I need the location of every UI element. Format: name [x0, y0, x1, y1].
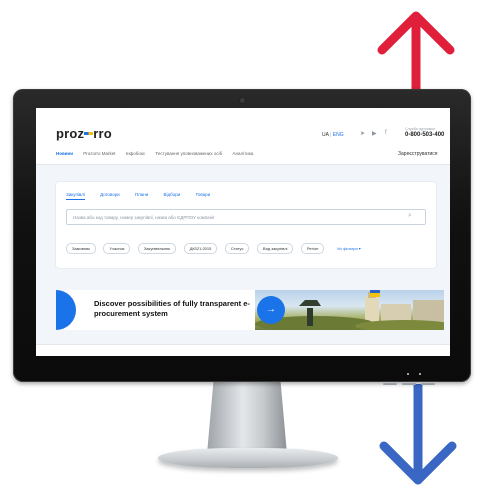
- logo-text-left: proz: [56, 126, 85, 141]
- main-nav: Новини Prozorro Market Інфобокс Тестуван…: [56, 151, 262, 156]
- search-card: Закупівлі Договори Плани Відбори Товари …: [56, 182, 436, 268]
- search-input[interactable]: Назва або код товару, номер закупівлі, н…: [66, 209, 426, 225]
- nav-item-news[interactable]: Новини: [56, 151, 73, 156]
- site-header: proz rro UA | ENG ➤ ▶ f Служба підтримки …: [36, 108, 450, 165]
- promo-banner[interactable]: Discover possibilities of fully transpar…: [56, 290, 444, 330]
- tab-contracts[interactable]: Договори: [100, 192, 120, 199]
- filter-chips: Замовник Учасник Закупівельник ДК021:201…: [66, 237, 369, 255]
- search-tabs: Закупівлі Договори Плани Відбори Товари: [66, 192, 224, 200]
- webcam-icon: [240, 98, 245, 103]
- logo-flag-mark: [84, 132, 94, 136]
- telegram-icon[interactable]: ➤: [360, 130, 367, 137]
- page-footer-strip: [36, 344, 450, 356]
- lang-separator: |: [330, 132, 332, 138]
- monitor-stand-neck: [207, 382, 287, 454]
- filter-chip-dk021[interactable]: ДК021:2015: [183, 243, 218, 254]
- red-up-arrow-icon: [376, 6, 456, 92]
- monitor-stand-base: [158, 448, 338, 468]
- all-filters-link[interactable]: Усі фільтри ▾: [331, 244, 366, 253]
- monitor-screen: proz rro UA | ENG ➤ ▶ f Служба підтримки …: [36, 108, 450, 356]
- tab-plans[interactable]: Плани: [135, 192, 148, 199]
- tab-tenders[interactable]: Закупівлі: [66, 192, 85, 200]
- filter-chip-procurement-type[interactable]: Вид закупівлі: [256, 243, 294, 254]
- tab-selections[interactable]: Відбори: [164, 192, 181, 199]
- prozorro-logo[interactable]: proz rro: [56, 126, 112, 141]
- search-icon[interactable]: ⌕: [408, 212, 412, 220]
- support-phone[interactable]: 0-800-503-400: [405, 132, 444, 138]
- lang-ua-link[interactable]: UA: [322, 132, 329, 138]
- filter-chip-buyer[interactable]: Закупівельник: [137, 243, 177, 254]
- nav-item-analytics[interactable]: Аналітика: [233, 151, 254, 156]
- nav-item-testing[interactable]: Тестування уповноважених осіб: [155, 151, 222, 156]
- tab-goods[interactable]: Товари: [196, 192, 211, 199]
- nav-item-infobox[interactable]: Інфобокс: [126, 151, 145, 156]
- filter-chip-status[interactable]: Статус: [224, 243, 250, 254]
- filter-chip-region[interactable]: Регіон: [300, 243, 325, 254]
- youtube-icon[interactable]: ▶: [372, 130, 379, 137]
- filter-chip-participant[interactable]: Учасник: [103, 243, 131, 254]
- lang-eng-link[interactable]: ENG: [333, 132, 344, 138]
- language-switcher: UA | ENG: [322, 132, 344, 138]
- banner-arrow-button[interactable]: →: [257, 296, 285, 324]
- blue-down-arrow-icon: [378, 384, 458, 490]
- banner-accent-circle: [56, 290, 76, 330]
- banner-text: Discover possibilities of fully transpar…: [94, 299, 250, 318]
- filter-chip-customer[interactable]: Замовник: [66, 243, 96, 254]
- logo-text-right: rro: [93, 126, 112, 141]
- monitor-indicator-dots: [407, 362, 431, 380]
- register-link[interactable]: Зареєструватися: [398, 151, 438, 157]
- nav-item-market[interactable]: Prozorro Market: [83, 151, 115, 156]
- support-label: Служба підтримки: [405, 127, 435, 131]
- facebook-icon[interactable]: f: [385, 130, 392, 137]
